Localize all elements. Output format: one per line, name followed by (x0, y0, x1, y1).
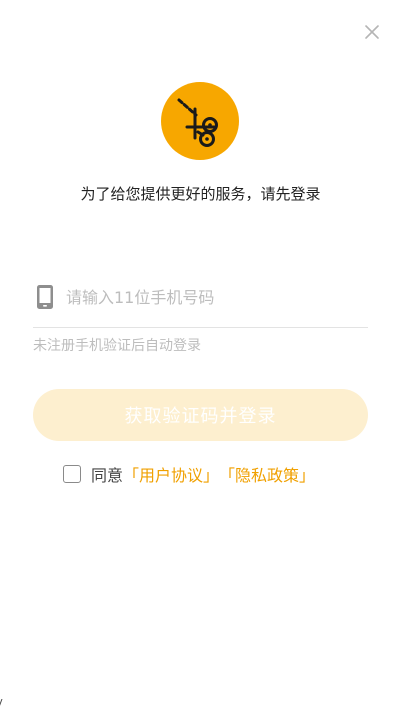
close-button[interactable] (360, 22, 384, 46)
mobile-phone-icon (33, 282, 57, 312)
user-agreement-link[interactable]: 「用户协议」 (123, 462, 219, 486)
agreement-prefix: 同意 (91, 466, 124, 485)
agreement-row: 同意 「用户协议」 「隐私政策」 (63, 462, 315, 486)
login-prompt: 为了给您提供更好的服务，请先登录 (80, 185, 321, 203)
phone-input[interactable] (66, 282, 368, 312)
app-logo (161, 82, 239, 160)
privacy-policy-link[interactable]: 「隐私政策」 (219, 462, 315, 486)
agreement-checkbox[interactable] (63, 465, 81, 483)
close-icon (364, 24, 380, 44)
corner-mark (0, 699, 6, 707)
auto-register-hint: 未注册手机验证后自动登录 (33, 338, 201, 354)
scissors-cut-icon (169, 88, 231, 154)
get-code-login-button[interactable]: 获取验证码并登录 (33, 389, 368, 441)
phone-field-row (33, 279, 368, 328)
